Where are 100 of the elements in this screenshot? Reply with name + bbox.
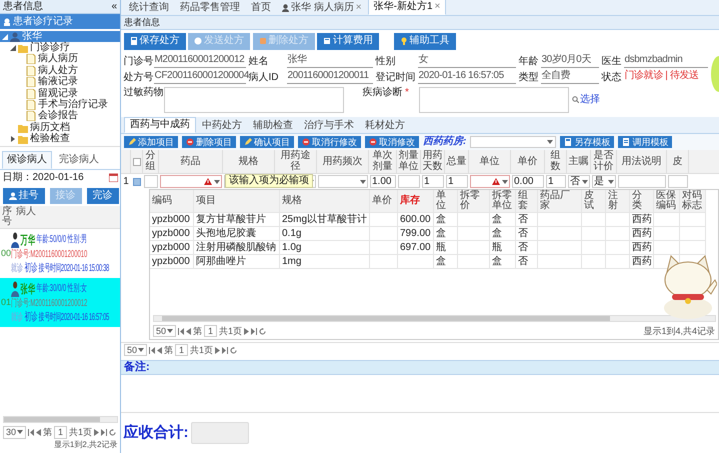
- tree-item[interactable]: 输液记录: [0, 76, 120, 88]
- total-field[interactable]: [191, 422, 249, 444]
- collapse-arrow-icon[interactable]: [2, 34, 8, 40]
- input-field[interactable]: [144, 175, 158, 188]
- column-header: 分类: [630, 190, 654, 214]
- grid-toolbar-button[interactable]: 取消修改: [365, 136, 419, 148]
- toolbar-button[interactable]: 计算费用: [317, 32, 379, 50]
- input-field[interactable]: [160, 175, 222, 188]
- form-field[interactable]: 全自费: [540, 70, 598, 84]
- page-size-select[interactable]: 50: [124, 344, 148, 356]
- checkbox[interactable]: [132, 158, 140, 166]
- scrollbar-thumb[interactable]: [162, 316, 610, 320]
- outpatient-number: 门诊号:M2001160001200012: [11, 298, 88, 310]
- form-field[interactable]: 2001160001200011: [286, 70, 372, 84]
- input-field[interactable]: 否: [568, 175, 590, 188]
- next-page-icon[interactable]: [215, 346, 220, 354]
- tab[interactable]: 中药处方: [197, 118, 247, 132]
- last-page-icon[interactable]: [222, 346, 228, 354]
- toolbar-button[interactable]: 保存处方: [124, 32, 186, 50]
- collapse-arrow-icon[interactable]: [10, 45, 16, 52]
- expand-arrow-icon[interactable]: [10, 136, 16, 142]
- grid-toolbar-button[interactable]: 删除项目: [182, 136, 236, 148]
- input-field[interactable]: [398, 175, 420, 188]
- caret-icon: [582, 180, 588, 184]
- patient-row[interactable]: 01 张华年龄:30/0/0性别:女 门诊号:M2001160001200012 就诊初诊接号时间2020-01-16 16:57:05: [0, 278, 120, 328]
- tree-item[interactable]: 病人病历: [0, 54, 120, 66]
- page-count: 共1页: [69, 427, 92, 438]
- next-page-icon[interactable]: [244, 328, 250, 334]
- tree-item[interactable]: 张华: [0, 31, 120, 42]
- patient-button[interactable]: 挂号: [2, 188, 44, 204]
- page-input[interactable]: 1: [204, 324, 218, 338]
- tab[interactable]: 辅助检查: [248, 118, 298, 132]
- checkbox[interactable]: [133, 178, 141, 186]
- input-field[interactable]: 1.00: [370, 175, 396, 188]
- warning-icon: [204, 178, 212, 186]
- toolbar-button[interactable]: 辅助工具: [394, 32, 456, 50]
- tree-item[interactable]: 留观记录: [0, 88, 120, 100]
- input-field[interactable]: 1: [546, 175, 566, 188]
- next-page-icon[interactable]: [94, 429, 100, 436]
- grid-toolbar-button[interactable]: 取消行修改: [298, 136, 361, 148]
- template-button[interactable]: 另存模板: [560, 136, 614, 148]
- grid-toolbar-button[interactable]: 确认项目: [240, 136, 294, 148]
- page-size-select[interactable]: 30: [3, 426, 26, 439]
- grid-toolbar-button[interactable]: 添加项目: [124, 136, 178, 148]
- form-field[interactable]: 女: [418, 54, 516, 68]
- form-field[interactable]: 张华: [286, 54, 372, 68]
- date-label: 日期：2020-01-16: [2, 172, 84, 184]
- patient-age: 年龄:30/0/0: [36, 283, 66, 296]
- dropdown-row[interactable]: ypzb000 注射用磷酸肌酸钠 1.0g 697.00 瓶 瓶 否 西药: [150, 241, 718, 256]
- tab[interactable]: 统计查询: [124, 1, 174, 15]
- patient-row[interactable]: 00 万华年龄:50/0/0性别:男 门诊号:M2001160001200010 就诊初诊接号时间2020-01-16 15:00:38: [0, 229, 120, 278]
- tree-item[interactable]: 病历文档: [0, 122, 120, 134]
- collapse-button[interactable]: «: [111, 0, 117, 12]
- previous-page-icon[interactable]: [157, 346, 162, 354]
- page-size-select[interactable]: 50: [153, 324, 176, 338]
- calendar-icon[interactable]: [108, 173, 118, 182]
- dropdown-row[interactable]: ypzb000 头孢地尼胶囊 0.1g 799.00 盒 盒 否 西药: [150, 227, 718, 242]
- input-field[interactable]: [318, 175, 368, 188]
- tab[interactable]: 首页: [246, 1, 276, 15]
- form-field[interactable]: M2001160001200012: [154, 54, 246, 68]
- input-field[interactable]: 1: [422, 175, 444, 188]
- input-field[interactable]: 0.00: [512, 175, 544, 188]
- patient-button[interactable]: 完诊: [86, 188, 118, 204]
- tree-item[interactable]: 病人处方: [0, 65, 120, 77]
- first-page-icon[interactable]: [178, 328, 184, 334]
- previous-page-icon[interactable]: [186, 328, 192, 334]
- last-page-icon[interactable]: [101, 429, 108, 436]
- first-page-icon[interactable]: [28, 429, 34, 436]
- form-field[interactable]: 门诊就诊 | 待发送: [624, 70, 708, 84]
- tree-item[interactable]: 手术与治疗记录: [0, 99, 120, 111]
- scrollbar-thumb[interactable]: [4, 416, 100, 422]
- form-field[interactable]: 2020-01-16 16:57:05: [418, 70, 516, 84]
- tab[interactable]: 张华-新处方1 ×: [368, 0, 446, 15]
- tree-item[interactable]: 检验检查: [0, 134, 120, 145]
- page-input[interactable]: 1: [54, 426, 68, 439]
- input-field[interactable]: [668, 175, 688, 188]
- tab[interactable]: 张华 病人病历 ×: [277, 1, 367, 15]
- last-page-icon[interactable]: [251, 328, 258, 334]
- patient-tab[interactable]: 候诊病人: [2, 151, 52, 169]
- tab[interactable]: 药品零售管理: [175, 1, 245, 15]
- input-field[interactable]: [470, 175, 510, 188]
- tab[interactable]: 耗材处方: [360, 118, 410, 132]
- tree-item[interactable]: 会诊报告: [0, 110, 120, 122]
- template-button[interactable]: 调用模板: [618, 136, 672, 148]
- refresh-icon[interactable]: [259, 328, 266, 334]
- tab[interactable]: 治疗与手术: [299, 118, 359, 132]
- close-icon[interactable]: ×: [434, 1, 440, 13]
- dropdown-row[interactable]: ypzb000 复方甘草酸苷片 25mg以甘草酸苷计 600.00 盒 盒 否 西药: [150, 213, 718, 228]
- first-page-icon[interactable]: [149, 346, 156, 354]
- tab[interactable]: 西药与中成药: [124, 116, 196, 132]
- form-field[interactable]: dsbmzbadmin: [624, 54, 708, 68]
- previous-page-icon[interactable]: [36, 429, 42, 436]
- input-field[interactable]: 1: [446, 175, 468, 188]
- page-input[interactable]: 1: [175, 344, 188, 356]
- refresh-icon[interactable]: [109, 429, 116, 436]
- refresh-icon[interactable]: [230, 346, 238, 354]
- form-field[interactable]: 30岁0月0天: [540, 54, 598, 68]
- select-link[interactable]: 选择: [572, 94, 600, 106]
- tree-item[interactable]: 门诊诊疗: [0, 42, 120, 54]
- input-field[interactable]: [618, 175, 666, 188]
